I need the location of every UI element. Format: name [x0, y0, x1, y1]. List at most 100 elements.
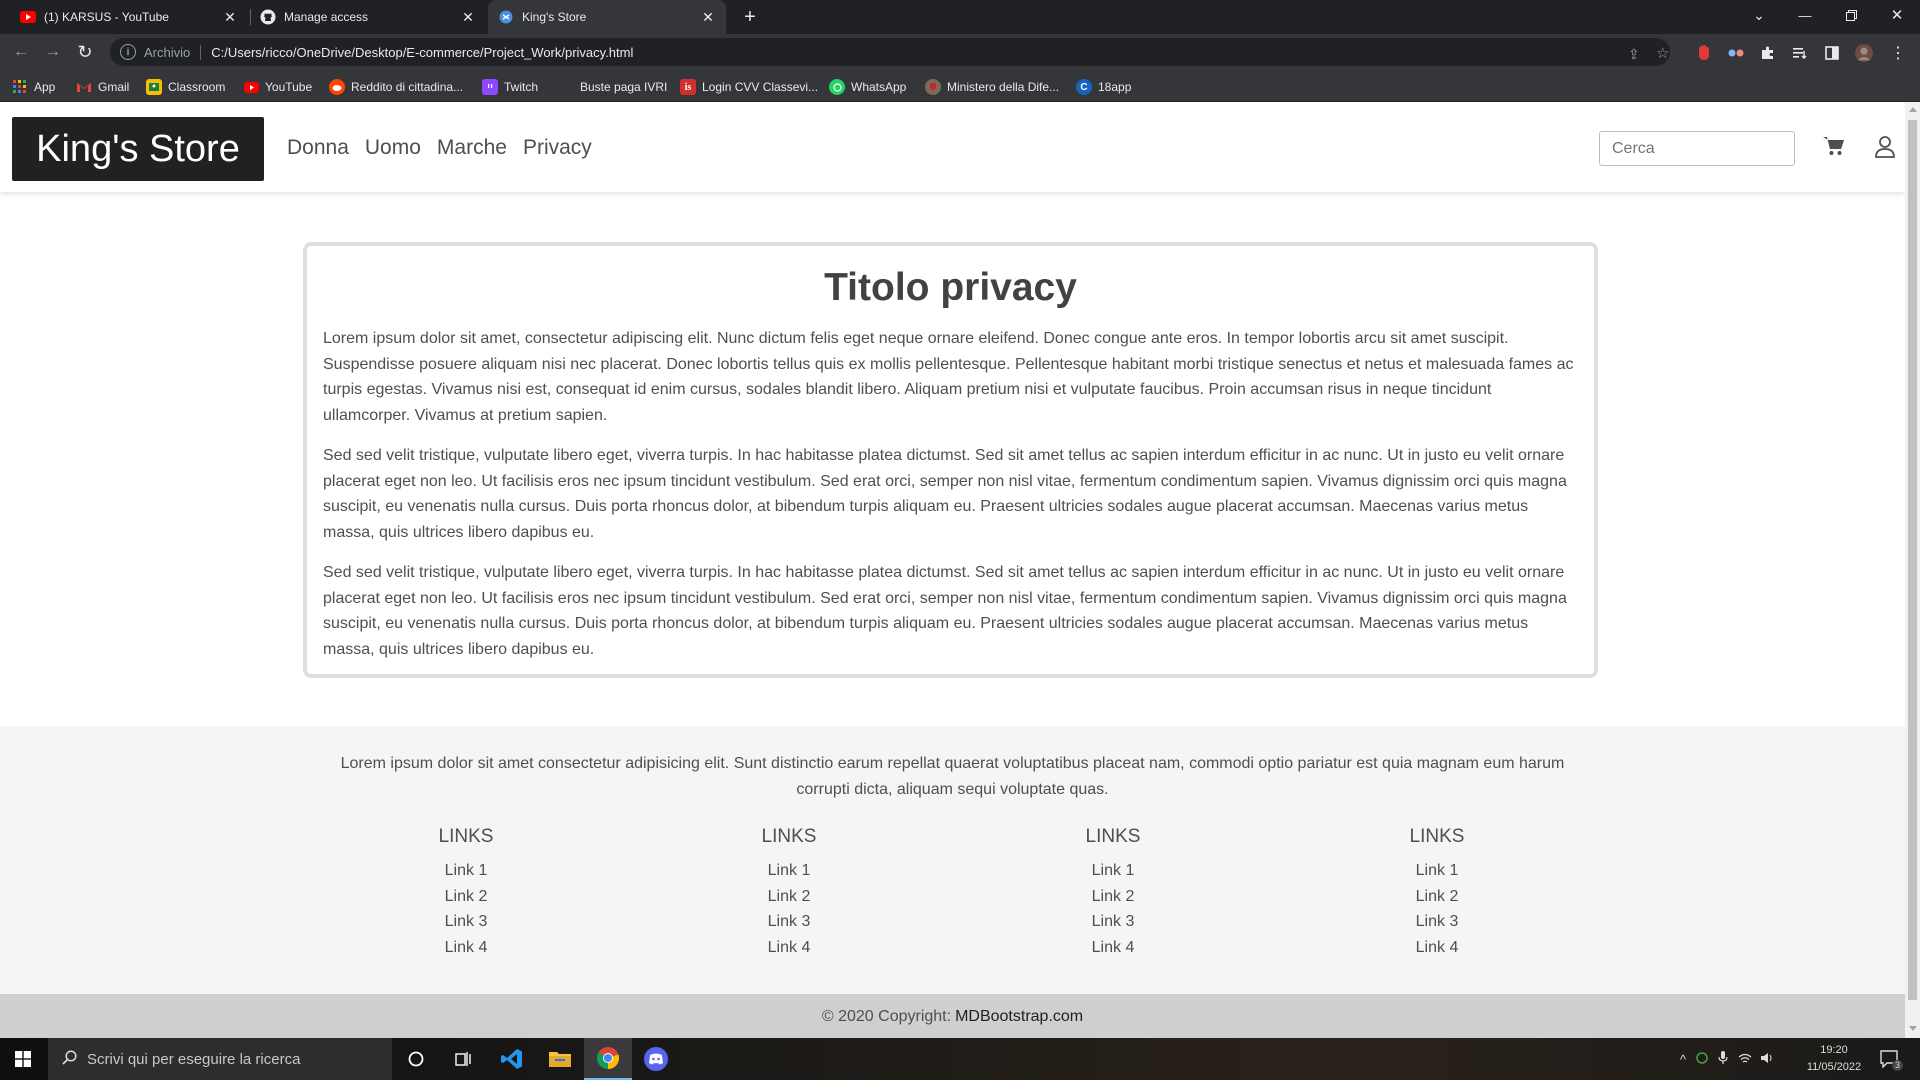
tab-youtube[interactable]: (1) KARSUS - YouTube ✕	[10, 0, 248, 34]
footer-links-column: LINKS Link 1 Link 2 Link 3 Link 4	[366, 826, 566, 960]
bookmark-label: YouTube	[265, 80, 313, 94]
taskbar-search-placeholder: Scrivi qui per eseguire la ricerca	[87, 1050, 301, 1068]
nav-link-uomo[interactable]: Uomo	[365, 136, 421, 160]
18app-icon: C	[1076, 79, 1092, 95]
footer-link[interactable]: Link 2	[689, 884, 889, 910]
cortana-icon[interactable]	[392, 1038, 440, 1080]
cart-icon[interactable]	[1823, 136, 1845, 161]
tab-search-icon[interactable]: ⌄	[1736, 0, 1782, 30]
footer-link[interactable]: Link 3	[366, 909, 566, 935]
site-navbar: King's Store Donna Uomo Marche Privacy	[0, 102, 1905, 192]
tab-kings-store[interactable]: King's Store ✕	[488, 0, 726, 34]
bookmark-buste-paga[interactable]: Buste paga IVRI	[558, 77, 667, 97]
privacy-title: Titolo privacy	[824, 266, 1077, 309]
bookmark-classroom[interactable]: Classroom	[146, 77, 225, 97]
vscode-icon[interactable]	[488, 1038, 536, 1080]
footer-link[interactable]: Link 3	[1337, 909, 1537, 935]
reload-button[interactable]: ↻	[73, 40, 97, 64]
bookmark-classeviva[interactable]: is Login CVV Classevi...	[680, 77, 818, 97]
tray-app-icon[interactable]	[1696, 1051, 1708, 1067]
security-label: Archivio	[144, 44, 202, 60]
extensions-puzzle-icon[interactable]	[1759, 44, 1777, 62]
volume-icon[interactable]	[1760, 1052, 1774, 1067]
taskbar-clock[interactable]: 19:20 11/05/2022	[1796, 1042, 1872, 1076]
reading-list-icon[interactable]	[1791, 44, 1809, 62]
footer-column-heading: LINKS	[1409, 826, 1465, 847]
bookmark-twitch[interactable]: Twitch	[482, 77, 538, 97]
clock-date: 11/05/2022	[1806, 1061, 1862, 1073]
address-bar[interactable]: i Archivio C:/Users/ricco/OneDrive/Deskt…	[110, 38, 1670, 66]
file-explorer-icon[interactable]	[536, 1038, 584, 1080]
bookmark-gmail[interactable]: Gmail	[76, 77, 129, 97]
bookmark-whatsapp[interactable]: WhatsApp	[829, 77, 906, 97]
show-hidden-icons-icon[interactable]: ^	[1680, 1052, 1686, 1067]
close-window-button[interactable]: ✕	[1874, 0, 1920, 30]
footer-link[interactable]: Link 2	[1337, 884, 1537, 910]
privacy-paragraph: Sed sed velit tristique, vulputate liber…	[323, 447, 1567, 541]
taskbar-search[interactable]: Scrivi qui per eseguire la ricerca	[48, 1038, 392, 1080]
footer-link[interactable]: Link 1	[1013, 858, 1213, 884]
notification-center-icon[interactable]: 3	[1880, 1038, 1903, 1080]
discord-icon[interactable]	[632, 1038, 680, 1080]
page-scrollbar[interactable]	[1905, 102, 1920, 1038]
task-view-icon[interactable]	[440, 1038, 488, 1080]
bookmark-ministero[interactable]: Ministero della Dife...	[925, 77, 1059, 97]
nav-link-donna[interactable]: Donna	[287, 136, 349, 160]
bookmark-reddito[interactable]: Reddito di cittadina...	[329, 77, 463, 97]
extension-glasses-icon[interactable]	[1727, 44, 1745, 62]
footer-link[interactable]: Link 3	[689, 909, 889, 935]
side-panel-icon[interactable]	[1823, 44, 1841, 62]
ministry-icon	[925, 79, 941, 95]
close-tab-icon[interactable]: ✕	[700, 9, 716, 26]
bookmark-18app[interactable]: C 18app	[1076, 77, 1131, 97]
footer-link[interactable]: Link 4	[1337, 935, 1537, 961]
footer-link[interactable]: Link 2	[366, 884, 566, 910]
footer-link[interactable]: Link 3	[1013, 909, 1213, 935]
bookmark-youtube[interactable]: YouTube	[243, 77, 312, 97]
footer-link[interactable]: Link 1	[1337, 858, 1537, 884]
bookmark-label: Gmail	[98, 80, 130, 94]
browser-menu-icon[interactable]: ⋮	[1889, 44, 1907, 62]
nav-link-marche[interactable]: Marche	[437, 136, 507, 160]
search-input[interactable]	[1599, 131, 1795, 166]
chrome-icon[interactable]	[584, 1038, 632, 1080]
profile-avatar-icon[interactable]	[1855, 44, 1873, 62]
copyright-link[interactable]: MDBootstrap.com	[955, 1008, 1083, 1026]
new-tab-button[interactable]: +	[738, 5, 762, 29]
info-icon[interactable]: i	[120, 44, 136, 60]
tab-title: King's Store	[522, 10, 587, 24]
main-nav: Donna Uomo Marche Privacy	[287, 136, 592, 160]
minimize-button[interactable]: —	[1782, 0, 1828, 30]
bookmark-label: 18app	[1098, 80, 1132, 94]
system-tray: ^	[1680, 1038, 1774, 1080]
bookmarks-bar: App Gmail Classroom YouTube Reddito di c…	[0, 71, 1920, 102]
footer-link[interactable]: Link 1	[366, 858, 566, 884]
extension-adblock-icon[interactable]	[1695, 44, 1713, 62]
scroll-down-arrow-icon[interactable]	[1909, 1026, 1917, 1031]
footer-link[interactable]: Link 4	[366, 935, 566, 961]
close-tab-icon[interactable]: ✕	[222, 9, 238, 26]
scroll-up-arrow-icon[interactable]	[1909, 107, 1917, 112]
windows-start-icon[interactable]	[0, 1038, 46, 1080]
url-text: C:/Users/ricco/OneDrive/Desktop/E-commer…	[211, 44, 634, 60]
back-button[interactable]: ←	[9, 40, 33, 64]
footer-link[interactable]: Link 4	[689, 935, 889, 961]
tab-manage-access[interactable]: Manage access ✕	[250, 0, 486, 34]
forward-button[interactable]: →	[41, 40, 65, 64]
footer-link[interactable]: Link 4	[1013, 935, 1213, 961]
share-icon[interactable]: ⇪	[1628, 46, 1640, 63]
bookmark-star-icon[interactable]: ☆	[1656, 44, 1669, 62]
nav-link-privacy[interactable]: Privacy	[523, 136, 592, 160]
brand-logo[interactable]: King's Store	[12, 117, 264, 181]
bookmark-label: Buste paga IVRI	[580, 80, 668, 94]
restore-button[interactable]	[1828, 0, 1874, 30]
microphone-icon[interactable]	[1718, 1050, 1728, 1068]
footer-link[interactable]: Link 1	[689, 858, 889, 884]
gmail-icon	[76, 79, 92, 95]
scrollbar-thumb[interactable]	[1908, 120, 1917, 1000]
wifi-icon[interactable]	[1738, 1052, 1752, 1067]
user-icon[interactable]	[1875, 136, 1895, 163]
bookmark-app[interactable]: App	[12, 77, 55, 97]
close-tab-icon[interactable]: ✕	[460, 9, 476, 26]
footer-link[interactable]: Link 2	[1013, 884, 1213, 910]
